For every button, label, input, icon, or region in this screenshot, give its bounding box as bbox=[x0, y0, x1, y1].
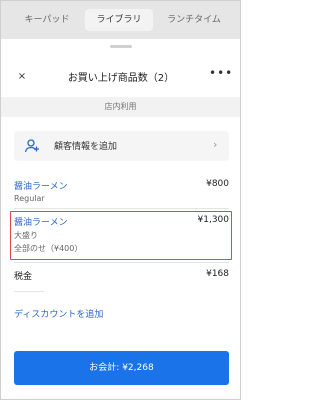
cart-title: お買い上げ商品数（2） bbox=[67, 73, 175, 84]
tab-lunchtime[interactable]: ランチタイム bbox=[161, 9, 227, 31]
add-person-icon bbox=[24, 139, 39, 153]
checkout-button[interactable]: お会計: ¥2,268 bbox=[14, 351, 229, 385]
line-item-2-modifier: 全部のせ（¥400） bbox=[14, 244, 83, 253]
divider bbox=[14, 291, 44, 292]
line-item-1-modifier: Regular bbox=[14, 194, 45, 203]
tax-label: 税金 bbox=[14, 272, 33, 282]
pos-screen: キーパッド ライブラリ ランチタイム × お買い上げ商品数（2） ••• 店内利… bbox=[0, 0, 241, 400]
chevron-right-icon: › bbox=[213, 138, 218, 151]
add-discount-link[interactable]: ディスカウントを追加 bbox=[14, 307, 103, 320]
add-customer-button[interactable]: 顧客情報を追加 › bbox=[14, 131, 229, 161]
tax-value: ¥168 bbox=[206, 269, 229, 279]
line-item-2-modifier: 大盛り bbox=[14, 231, 38, 240]
tab-library[interactable]: ライブラリ bbox=[85, 9, 153, 31]
line-item-2-name[interactable]: 醤油ラーメン bbox=[14, 215, 68, 228]
more-options-icon[interactable]: ••• bbox=[209, 65, 232, 81]
top-tab-bar: キーパッド ライブラリ ランチタイム bbox=[1, 1, 240, 39]
sheet-grabber[interactable] bbox=[110, 45, 132, 48]
line-item-1-price: ¥800 bbox=[206, 179, 229, 189]
tab-keypad[interactable]: キーパッド bbox=[17, 9, 77, 31]
divider bbox=[14, 208, 229, 209]
divider bbox=[14, 262, 229, 263]
close-icon[interactable]: × bbox=[15, 70, 29, 84]
add-customer-label: 顧客情報を追加 bbox=[54, 142, 118, 152]
order-type-label[interactable]: 店内利用 bbox=[1, 97, 240, 117]
line-item-1-name[interactable]: 醤油ラーメン bbox=[14, 179, 68, 192]
line-item-2-price: ¥1,300 bbox=[197, 215, 230, 225]
